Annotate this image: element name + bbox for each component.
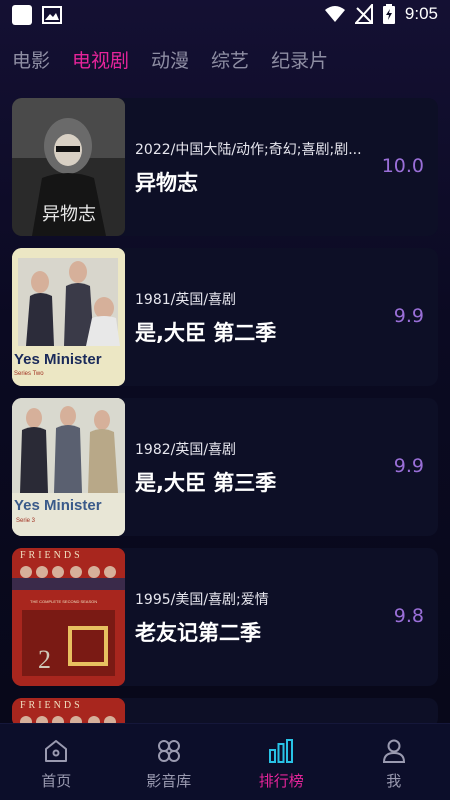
nav-label: 影音库 <box>146 772 192 790</box>
clock: 9:05 <box>404 4 438 23</box>
notification-square-icon <box>12 5 32 25</box>
tab-anime[interactable]: 动漫 <box>151 48 189 74</box>
list-item[interactable]: FRIENDS THE COMPLETE SECOND SEASON 2 199… <box>12 548 438 686</box>
item-score: 10.0 <box>381 155 424 177</box>
poster-image: Yes Minister Serie 3 <box>12 398 125 536</box>
item-score: 9.9 <box>393 455 424 477</box>
nav-library[interactable]: 影音库 <box>113 724 226 800</box>
item-meta: 1995/美国/喜剧;爱情 <box>135 592 269 608</box>
item-meta: 1981/英国/喜剧 <box>135 292 237 308</box>
item-title: 是,大臣 第三季 <box>135 471 277 495</box>
wifi-icon <box>324 6 345 22</box>
nav-ranking[interactable]: 排行榜 <box>225 724 338 800</box>
library-icon <box>157 740 180 762</box>
item-score: 9.9 <box>393 305 424 327</box>
poster-image: Yes Minister Series Two <box>12 248 125 386</box>
item-meta: 1982/英国/喜剧 <box>135 442 237 458</box>
category-tabs: 电影 电视剧 动漫 综艺 纪录片 <box>12 48 350 74</box>
svg-text:Serie 3: Serie 3 <box>16 518 36 524</box>
list-item[interactable]: Yes Minister Serie 3 1982/英国/喜剧 是,大臣 第三季… <box>12 398 438 536</box>
svg-text:Series Two: Series Two <box>14 371 44 377</box>
tab-documentary[interactable]: 纪录片 <box>271 48 328 74</box>
svg-text:Yes Minister: Yes Minister <box>14 351 102 368</box>
battery-charging-icon <box>382 4 395 24</box>
item-title: 是,大臣 第二季 <box>135 321 277 345</box>
poster-image: FRIENDS THE COMPLETE SECOND SEASON 2 <box>12 548 125 686</box>
item-score: 9.8 <box>393 605 424 627</box>
poster-image: 异物志 <box>12 98 125 236</box>
svg-text:FRIENDS: FRIENDS <box>20 700 83 711</box>
tab-variety[interactable]: 综艺 <box>211 48 249 74</box>
svg-text:FRIENDS: FRIENDS <box>20 550 83 561</box>
home-icon <box>45 740 68 762</box>
item-title: 老友记第二季 <box>135 621 261 645</box>
image-notification-icon <box>42 6 62 24</box>
nav-profile[interactable]: 我 <box>338 724 450 800</box>
tab-tv-series[interactable]: 电视剧 <box>72 48 129 74</box>
bottom-nav: 首页 影音库 排行榜 我 <box>0 723 450 800</box>
status-bar: 9:05 <box>0 0 450 32</box>
signal-off-icon <box>354 4 373 24</box>
nav-label: 首页 <box>41 772 72 790</box>
ranking-icon <box>269 739 294 763</box>
item-title: 异物志 <box>135 171 198 195</box>
list-item[interactable]: 异物志 2022/中国大陆/动作;奇幻;喜剧;剧... 异物志 10.0 <box>12 98 438 236</box>
ranking-list: 异物志 2022/中国大陆/动作;奇幻;喜剧;剧... 异物志 10.0 Yes… <box>12 98 438 728</box>
tab-movies[interactable]: 电影 <box>12 48 50 74</box>
nav-home[interactable]: 首页 <box>0 724 113 800</box>
nav-label: 排行榜 <box>258 772 304 790</box>
svg-text:2: 2 <box>38 645 51 674</box>
svg-text:THE COMPLETE SECOND SEASON: THE COMPLETE SECOND SEASON <box>30 599 97 604</box>
list-item[interactable]: Yes Minister Series Two 1981/英国/喜剧 是,大臣 … <box>12 248 438 386</box>
svg-text:Yes Minister: Yes Minister <box>14 497 102 514</box>
nav-label: 我 <box>386 772 402 790</box>
svg-text:异物志: 异物志 <box>42 204 96 225</box>
user-icon <box>382 739 405 763</box>
item-meta: 2022/中国大陆/动作;奇幻;喜剧;剧... <box>135 142 362 158</box>
